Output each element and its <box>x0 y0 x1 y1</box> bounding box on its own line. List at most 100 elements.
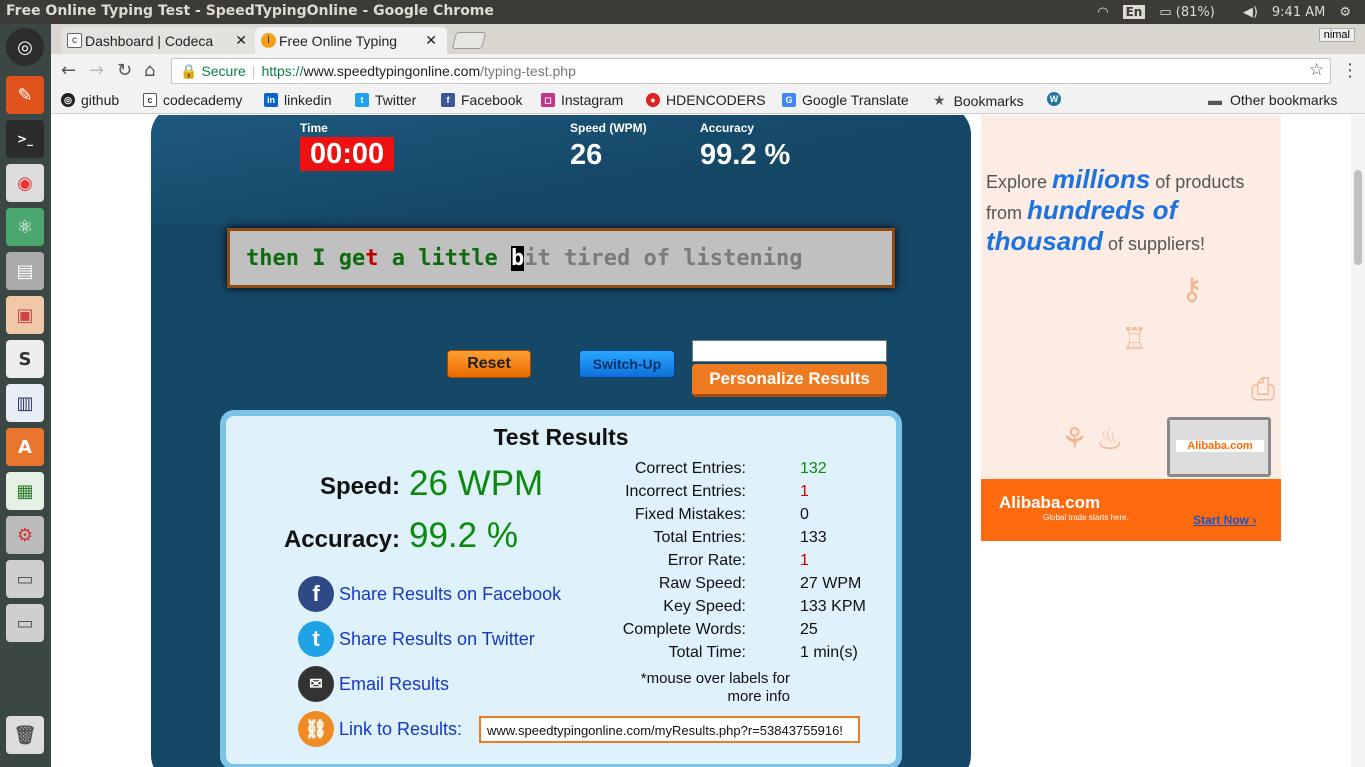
star-icon[interactable]: ☆ <box>1309 60 1324 80</box>
menu-icon[interactable]: ⋮ <box>1341 60 1359 81</box>
calc-icon[interactable]: ▦ <box>6 472 44 510</box>
personalize-results-button[interactable]: Personalize Results <box>692 364 887 397</box>
scrollbar-thumb[interactable] <box>1354 170 1362 265</box>
drive-icon[interactable]: ▭ <box>6 560 44 598</box>
new-tab-button[interactable] <box>451 32 487 49</box>
files-icon[interactable]: ▤ <box>6 252 44 290</box>
results-link-field[interactable]: www.speedtypingonline.com/myResults.php?… <box>479 716 860 743</box>
stat-label[interactable]: Complete Words: <box>623 621 746 639</box>
terminal-icon[interactable]: >_ <box>6 120 44 158</box>
typing-char <box>405 246 418 271</box>
stat-label[interactable]: Total Time: <box>669 644 746 662</box>
stat-row: Complete Words: 25 <box>596 621 876 644</box>
gear-icon[interactable]: ⚙ <box>1339 5 1351 20</box>
stat-value: 27 WPM <box>800 575 862 592</box>
laptop-illustration: Alibaba.com <box>1167 417 1271 477</box>
hint-note: *mouse over labels for more info <box>640 670 790 705</box>
pen-tool-icon[interactable]: ✎ <box>6 76 44 114</box>
volume-icon[interactable]: ◀) <box>1243 5 1258 20</box>
stat-label[interactable]: Fixed Mistakes: <box>635 506 746 524</box>
bookmark-github[interactable]: ◎ github <box>61 92 119 108</box>
speedtyping-icon: I <box>261 33 276 48</box>
stat-value: 133 KPM <box>800 598 866 615</box>
accuracy-value: 99.2 % <box>700 139 791 171</box>
typing-char <box>498 246 511 271</box>
back-icon[interactable]: ← <box>61 60 76 81</box>
codecademy-icon: c <box>143 93 157 107</box>
switch-up-button[interactable]: Switch-Up <box>579 350 675 378</box>
accuracy-result-value: 99.2 % <box>409 516 518 555</box>
stat-row: Total Entries: 133 <box>596 529 876 552</box>
typing-char: r <box>590 245 604 271</box>
bookmark-hdencoders[interactable]: ● HDENCODERS <box>646 92 766 108</box>
typing-char <box>630 246 643 271</box>
wifi-icon[interactable]: ◠ <box>1097 5 1108 20</box>
bookmark-translate[interactable]: G Google Translate <box>782 92 922 108</box>
personalize-input[interactable] <box>692 340 887 362</box>
forward-icon[interactable]: → <box>89 60 104 81</box>
impress-icon[interactable]: ▣ <box>6 296 44 334</box>
close-icon[interactable]: ✕ <box>425 32 437 49</box>
bookmark-other[interactable]: ▬ Other bookmarks <box>1208 92 1337 108</box>
drive-icon-2[interactable]: ▭ <box>6 604 44 642</box>
typing-char: t <box>365 245 379 271</box>
writer-icon[interactable]: ▥ <box>6 384 44 422</box>
wordpress-icon: W <box>1047 92 1061 106</box>
page-scrollbar[interactable] <box>1351 115 1365 767</box>
reload-icon[interactable]: ↻ <box>117 60 132 81</box>
stat-value: 1 min(s) <box>800 644 858 661</box>
stat-row: Incorrect Entries: 1 <box>596 483 876 506</box>
stat-label[interactable]: Total Entries: <box>654 529 746 547</box>
stat-value: 133 <box>800 529 827 546</box>
bookmark-wordpress[interactable]: W <box>1047 92 1067 106</box>
chrome-icon[interactable]: ◉ <box>6 164 44 202</box>
url-scheme: https:// <box>261 63 304 79</box>
typing-char: h <box>259 245 273 271</box>
bookmark-twitter[interactable]: t Twitter <box>355 92 416 108</box>
typing-char: l <box>683 245 697 271</box>
slack-icon[interactable]: S <box>6 340 44 378</box>
time-stat: Time 00:00 <box>300 121 395 171</box>
lock-icon[interactable]: 🔒 <box>180 63 197 80</box>
email-results-link[interactable]: ✉ Email Results <box>298 666 449 702</box>
stat-label[interactable]: Correct Entries: <box>635 460 746 478</box>
battery-indicator[interactable]: ▭ (81%) <box>1159 5 1228 20</box>
typing-text-box[interactable]: then I get a little bit tired of listeni… <box>227 228 895 288</box>
start-now-link[interactable]: Start Now › <box>1193 513 1256 527</box>
share-twitter-link[interactable]: t Share Results on Twitter <box>298 621 535 657</box>
stat-value: 132 <box>800 460 827 477</box>
envelope-icon: ✉ <box>298 666 334 702</box>
typing-char <box>299 246 312 271</box>
profile-button[interactable]: nimal <box>1318 28 1355 42</box>
clock[interactable]: 9:41 AM <box>1272 5 1325 20</box>
typing-char: b <box>511 245 525 271</box>
close-icon[interactable]: ✕ <box>235 32 247 49</box>
start-now-label: Start Now <box>1193 513 1250 527</box>
tab-typing-test[interactable]: I Free Online Typing ✕ <box>255 27 447 54</box>
stat-label[interactable]: Key Speed: <box>663 598 746 616</box>
keyboard-lang[interactable]: En <box>1122 5 1146 19</box>
bookmark-linkedin[interactable]: in linkedin <box>264 92 331 108</box>
codecademy-icon: c <box>67 33 82 48</box>
stat-label[interactable]: Raw Speed: <box>659 575 746 593</box>
ubuntu-icon[interactable]: ◎ <box>6 28 44 66</box>
bookmarks-bar: ◎ github c codecademy in linkedin t Twitter … <box>51 88 1365 114</box>
bookmark-instagram[interactable]: ◻ Instagram <box>541 92 623 108</box>
software-center-icon[interactable]: A <box>6 428 44 466</box>
home-icon[interactable]: ⌂ <box>144 60 155 81</box>
bookmark-facebook[interactable]: f Facebook <box>441 92 522 108</box>
stat-label[interactable]: Error Rate: <box>668 552 746 570</box>
bookmark-bookmarks[interactable]: ★ Bookmarks <box>933 92 1024 109</box>
reset-button[interactable]: Reset <box>447 350 531 378</box>
alibaba-ad[interactable]: Explore millions of products from hundre… <box>981 115 1281 541</box>
trash-icon[interactable]: 🗑 <box>6 716 44 754</box>
atom-icon[interactable]: ⚛ <box>6 208 44 246</box>
typing-char: t <box>444 245 458 271</box>
address-bar[interactable]: 🔒 Secure | https://www.speedtypingonline… <box>171 58 1331 84</box>
settings-icon[interactable]: ⚙ <box>6 516 44 554</box>
share-facebook-link[interactable]: f Share Results on Facebook <box>298 576 561 612</box>
bookmark-codecademy[interactable]: c codecademy <box>143 92 242 108</box>
system-tray: ◠ En ▭ (81%) ◀) 9:41 AM ⚙ <box>1097 0 1365 24</box>
stat-label[interactable]: Incorrect Entries: <box>625 483 746 501</box>
tab-codecademy[interactable]: c Dashboard | Codeca ✕ <box>61 27 257 54</box>
